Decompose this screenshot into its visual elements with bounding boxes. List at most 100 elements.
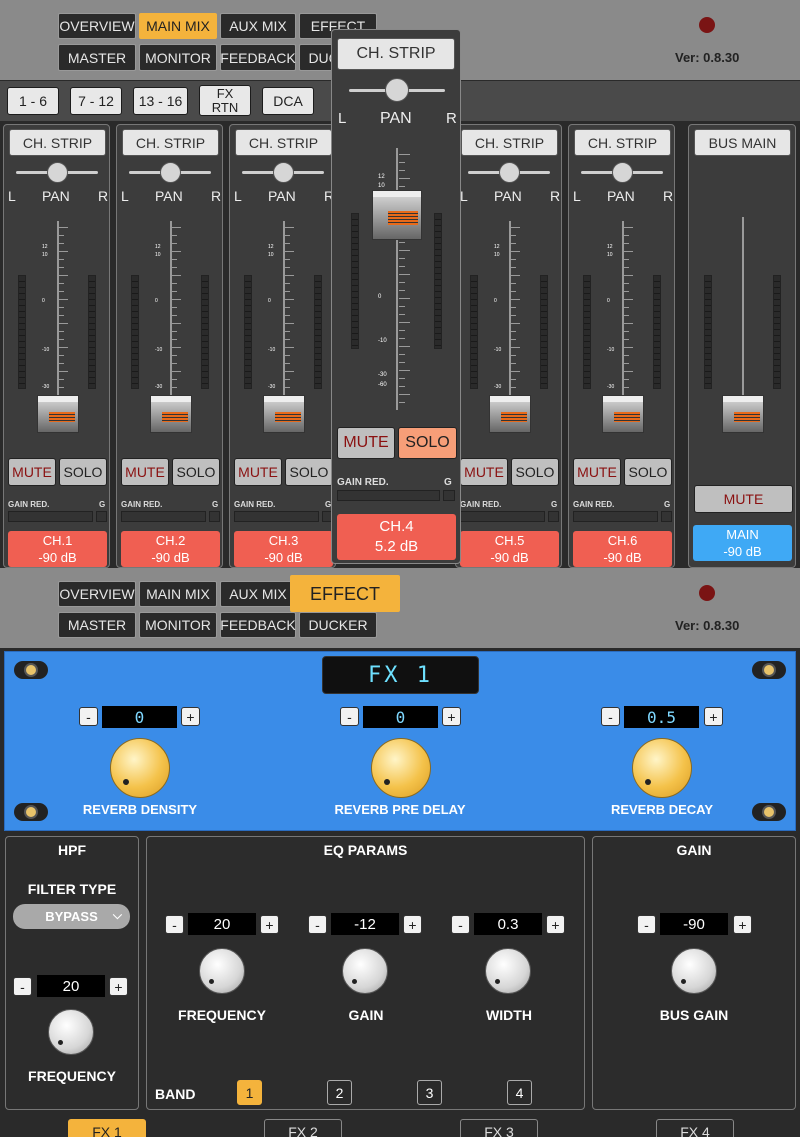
eq-frequency-plus[interactable]: + <box>260 915 279 934</box>
fader-cap[interactable] <box>263 395 305 433</box>
fader-tick <box>511 291 516 292</box>
ch4-pan-knob[interactable] <box>385 78 409 102</box>
ch-strip-button[interactable]: CH. STRIP <box>122 129 219 156</box>
fader-tick <box>511 315 516 316</box>
fx-tab-2[interactable]: FX 2 <box>264 1119 342 1137</box>
fader-cap[interactable] <box>489 395 531 433</box>
pan-knob[interactable] <box>47 162 68 183</box>
hpf-freq-label: FREQUENCY <box>28 1068 116 1084</box>
ch-strip-button[interactable]: CH. STRIP <box>235 129 332 156</box>
ch4-fader-tick <box>399 162 405 163</box>
reverb-density-knob[interactable] <box>110 738 170 798</box>
ch4-strip-button[interactable]: CH. STRIP <box>337 38 455 70</box>
bank-dca[interactable]: DCA <box>262 87 314 115</box>
pan-knob[interactable] <box>273 162 294 183</box>
channel-name-badge[interactable]: CH.2 -90 dB <box>121 531 220 567</box>
fx-tab-ducker[interactable]: DUCKER <box>299 612 377 638</box>
tab-master[interactable]: MASTER <box>58 44 136 71</box>
ch4-solo-button[interactable]: SOLO <box>398 427 457 459</box>
band-1-button[interactable]: 1 <box>237 1080 262 1105</box>
bus-gain-minus[interactable]: - <box>637 915 656 934</box>
fader-cap[interactable] <box>602 395 644 433</box>
fx-tab-3[interactable]: FX 3 <box>460 1119 538 1137</box>
solo-button[interactable]: SOLO <box>59 458 107 486</box>
eq-frequency-minus[interactable]: - <box>165 915 184 934</box>
eq-gain-plus[interactable]: + <box>403 915 422 934</box>
mute-button[interactable]: MUTE <box>460 458 508 486</box>
fx-tab-4[interactable]: FX 4 <box>656 1119 734 1137</box>
bus-name-badge[interactable]: MAIN -90 dB <box>693 525 792 561</box>
solo-button[interactable]: SOLO <box>511 458 559 486</box>
bus-main-button[interactable]: BUS MAIN <box>694 129 791 156</box>
fx-tab-1[interactable]: FX 1 <box>68 1119 146 1137</box>
eq-width-knob[interactable] <box>485 948 531 994</box>
solo-button[interactable]: SOLO <box>624 458 672 486</box>
tab-monitor[interactable]: MONITOR <box>139 44 217 71</box>
ch4-fader-tick <box>399 322 410 323</box>
solo-button[interactable]: SOLO <box>172 458 220 486</box>
filter-type-select[interactable]: BYPASS ⌵ <box>13 904 130 929</box>
pan-knob[interactable] <box>160 162 181 183</box>
tab-overview[interactable]: OVERVIEW <box>58 13 136 39</box>
ch4-mute-button[interactable]: MUTE <box>337 427 395 459</box>
channel-name-badge[interactable]: CH.5 -90 dB <box>460 531 559 567</box>
eq-width-minus[interactable]: - <box>451 915 470 934</box>
fx-tab-monitor[interactable]: MONITOR <box>139 612 217 638</box>
mute-button[interactable]: MUTE <box>8 458 56 486</box>
reverb-pre-delay-plus[interactable]: + <box>442 707 461 726</box>
fx-tab-overview[interactable]: OVERVIEW <box>58 581 136 607</box>
band-3-button[interactable]: 3 <box>417 1080 442 1105</box>
solo-button[interactable]: SOLO <box>285 458 333 486</box>
mute-button[interactable]: MUTE <box>573 458 621 486</box>
reverb-decay-knob[interactable] <box>632 738 692 798</box>
fader-tick-label: 0 <box>155 298 158 304</box>
fader-cap[interactable] <box>150 395 192 433</box>
bus-gain-knob[interactable] <box>671 948 717 994</box>
bank-13-16[interactable]: 13 - 16 <box>133 87 188 115</box>
ch-strip-button[interactable]: CH. STRIP <box>461 129 558 156</box>
eq-gain-minus[interactable]: - <box>308 915 327 934</box>
fader-cap[interactable] <box>37 395 79 433</box>
mute-button[interactable]: MUTE <box>121 458 169 486</box>
reverb-pre-delay-knob[interactable] <box>371 738 431 798</box>
tab-feedback[interactable]: FEEDBACK <box>220 44 296 71</box>
eq-frequency-knob[interactable] <box>199 948 245 994</box>
fx-tab-feedback[interactable]: FEEDBACK <box>220 612 296 638</box>
bus-fader-cap[interactable] <box>722 395 764 433</box>
reverb-pre-delay-minus[interactable]: - <box>340 707 359 726</box>
reverb-decay-plus[interactable]: + <box>704 707 723 726</box>
reverb-decay-minus[interactable]: - <box>601 707 620 726</box>
bank-fx-rtn[interactable]: FX RTN <box>199 85 251 116</box>
mute-button[interactable]: MUTE <box>234 458 282 486</box>
fx-tab-master[interactable]: MASTER <box>58 612 136 638</box>
bus-mute-button[interactable]: MUTE <box>694 485 793 513</box>
channel-value: -90 dB <box>151 550 190 565</box>
pan-knob[interactable] <box>612 162 633 183</box>
tab-main-mix[interactable]: MAIN MIX <box>139 13 217 39</box>
fx-tab-aux-mix[interactable]: AUX MIX <box>220 581 296 607</box>
band-2-button[interactable]: 2 <box>327 1080 352 1105</box>
hpf-freq-plus[interactable]: + <box>109 977 128 996</box>
channel-name-badge[interactable]: CH.6 -90 dB <box>573 531 672 567</box>
channel-name-badge[interactable]: CH.1 -90 dB <box>8 531 107 567</box>
channel-name-badge[interactable]: CH.3 -90 dB <box>234 531 333 567</box>
g-meter <box>96 511 107 522</box>
band-4-button[interactable]: 4 <box>507 1080 532 1105</box>
pan-knob[interactable] <box>499 162 520 183</box>
reverb-density-minus[interactable]: - <box>79 707 98 726</box>
ch4-name-badge[interactable]: CH.4 5.2 dB <box>337 514 456 560</box>
reverb-density-plus[interactable]: + <box>181 707 200 726</box>
fx-tab-effect[interactable]: EFFECT <box>290 575 400 612</box>
tab-aux-mix[interactable]: AUX MIX <box>220 13 296 39</box>
fx-tab-main-mix[interactable]: MAIN MIX <box>139 581 217 607</box>
bank-7-12[interactable]: 7 - 12 <box>70 87 122 115</box>
ch4-fader-cap[interactable] <box>372 190 422 240</box>
hpf-freq-minus[interactable]: - <box>13 977 32 996</box>
hpf-freq-knob[interactable] <box>48 1009 94 1055</box>
bank-1-6[interactable]: 1 - 6 <box>7 87 59 115</box>
ch-strip-button[interactable]: CH. STRIP <box>9 129 106 156</box>
eq-gain-knob[interactable] <box>342 948 388 994</box>
eq-width-plus[interactable]: + <box>546 915 565 934</box>
bus-gain-plus[interactable]: + <box>733 915 752 934</box>
ch-strip-button[interactable]: CH. STRIP <box>574 129 671 156</box>
